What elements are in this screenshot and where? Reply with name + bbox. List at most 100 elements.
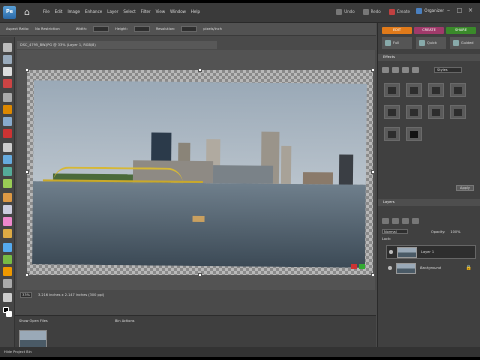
sponge-tool-icon[interactable]: [3, 293, 12, 302]
crop-handle[interactable]: [25, 68, 29, 72]
link-layers-icon[interactable]: [402, 218, 409, 224]
zoom-field[interactable]: 33%: [20, 291, 32, 298]
visibility-eye-icon[interactable]: [388, 266, 392, 270]
new-adjustment-layer-icon[interactable]: [392, 218, 399, 224]
menu-help[interactable]: Help: [191, 9, 200, 14]
marquee-tool-icon[interactable]: [3, 93, 12, 102]
crop-tool-icon[interactable]: [3, 155, 12, 164]
building: [302, 172, 334, 185]
gradient-tool-icon[interactable]: [3, 255, 12, 264]
create-button[interactable]: Create: [388, 9, 410, 15]
opacity-field[interactable]: 100%: [450, 230, 460, 234]
zoom-tool-icon[interactable]: [3, 55, 12, 64]
blur-tool-icon[interactable]: [3, 279, 12, 288]
home-icon[interactable]: ⌂: [24, 8, 34, 18]
commit-icon[interactable]: [359, 264, 365, 269]
resolution-field[interactable]: [181, 26, 198, 32]
visibility-eye-icon[interactable]: [389, 250, 393, 254]
new-layer-icon[interactable]: [382, 218, 389, 224]
background-color-swatch[interactable]: [6, 311, 12, 317]
cancel-icon[interactable]: [351, 264, 357, 269]
aspect-ratio-select[interactable]: No Restriction: [35, 27, 60, 31]
blend-mode-select[interactable]: Normal: [382, 229, 408, 234]
crop-handle[interactable]: [198, 273, 202, 277]
type-tool-icon[interactable]: [3, 143, 12, 152]
document-tab[interactable]: DSC_4795_BW.JPG @ 33% (Layer 1, RGB/8): [17, 41, 217, 49]
resolution-unit-select[interactable]: pixels/inch: [203, 27, 222, 31]
menu-filter[interactable]: Filter: [141, 9, 151, 14]
filters-icon[interactable]: [382, 67, 389, 73]
tab-create[interactable]: CREATE: [414, 27, 444, 34]
effects-thumbnails: [384, 83, 476, 141]
tab-edit[interactable]: EDIT: [382, 27, 412, 34]
shape-tool-icon[interactable]: [3, 267, 12, 276]
organizer-button[interactable]: Organizer: [416, 8, 444, 14]
effects-panel-header[interactable]: Effects: [378, 54, 480, 61]
menu-layer[interactable]: Layer: [107, 9, 118, 14]
menu-file[interactable]: File: [43, 9, 50, 14]
move-tool-icon[interactable]: [3, 43, 12, 52]
city-skyline-photo[interactable]: [32, 80, 367, 268]
close-icon[interactable]: ×: [467, 7, 474, 14]
magic-wand-icon[interactable]: [3, 117, 12, 126]
crop-handle[interactable]: [371, 68, 375, 72]
hide-project-bin-button[interactable]: Hide Project Bin: [4, 350, 32, 354]
commit-cancel-controls: [351, 264, 365, 269]
brush-tool-icon[interactable]: [3, 229, 12, 238]
tab-share[interactable]: SHARE: [446, 27, 476, 34]
crop-handle[interactable]: [25, 273, 29, 277]
cookie-cutter-icon[interactable]: [3, 179, 12, 188]
effect-thumbnail[interactable]: [428, 105, 444, 119]
apply-button[interactable]: Apply: [456, 185, 474, 191]
lasso-tool-icon[interactable]: [3, 105, 12, 114]
eraser-icon[interactable]: [3, 217, 12, 226]
menu-view[interactable]: View: [156, 9, 166, 14]
layer-row-background[interactable]: Background 🔒: [386, 261, 476, 275]
crop-handle[interactable]: [25, 170, 29, 174]
red-eye-tool-icon[interactable]: [3, 129, 12, 138]
eyedropper-icon[interactable]: [3, 79, 12, 88]
effect-thumbnail[interactable]: [384, 105, 400, 119]
crop-handle[interactable]: [371, 273, 375, 277]
hand-tool-icon[interactable]: [3, 67, 12, 76]
effect-thumbnail[interactable]: [406, 127, 422, 141]
tab-full-edit[interactable]: Full: [382, 37, 412, 49]
all-effects-icon[interactable]: [412, 67, 419, 73]
height-field[interactable]: [133, 26, 150, 32]
layers-panel-header[interactable]: Layers: [378, 199, 480, 206]
layer-styles-icon[interactable]: [392, 67, 399, 73]
effect-thumbnail[interactable]: [450, 83, 466, 97]
menu-window[interactable]: Window: [170, 9, 186, 14]
tab-guided-edit[interactable]: Guided: [450, 37, 480, 49]
menu-image[interactable]: Image: [67, 9, 80, 14]
crop-handle[interactable]: [371, 170, 375, 174]
menu-edit[interactable]: Edit: [55, 9, 63, 14]
undo-button[interactable]: Undo: [336, 9, 355, 15]
tab-quick-fix[interactable]: Quick: [416, 37, 446, 49]
show-open-files-select[interactable]: Show Open Files: [19, 319, 48, 323]
photo-effects-icon[interactable]: [402, 67, 409, 73]
maximize-icon[interactable]: □: [456, 7, 463, 14]
clone-stamp-icon[interactable]: [3, 205, 12, 214]
menu-enhance[interactable]: Enhance: [85, 9, 102, 14]
effect-thumbnail[interactable]: [428, 83, 444, 97]
effect-thumbnail[interactable]: [384, 83, 400, 97]
canvas-area[interactable]: [17, 50, 375, 290]
crop-handle[interactable]: [198, 68, 202, 72]
healing-brush-icon[interactable]: [3, 193, 12, 202]
redo-button[interactable]: Redo: [362, 9, 381, 15]
paint-bucket-icon[interactable]: [3, 243, 12, 252]
organizer-label: Organizer: [424, 8, 444, 13]
effect-thumbnail[interactable]: [406, 105, 422, 119]
menu-select[interactable]: Select: [123, 9, 135, 14]
effect-thumbnail[interactable]: [384, 127, 400, 141]
width-field[interactable]: [93, 26, 110, 32]
minimize-icon[interactable]: –: [445, 7, 452, 14]
effects-category-select[interactable]: Styles: [434, 67, 462, 73]
bin-actions-button[interactable]: Bin Actions: [115, 319, 135, 323]
delete-layer-icon[interactable]: [412, 218, 419, 224]
layer-row-layer-1[interactable]: Layer 1: [386, 245, 476, 259]
recompose-tool-icon[interactable]: [3, 167, 12, 176]
effect-thumbnail[interactable]: [406, 83, 422, 97]
effect-thumbnail[interactable]: [450, 105, 466, 119]
